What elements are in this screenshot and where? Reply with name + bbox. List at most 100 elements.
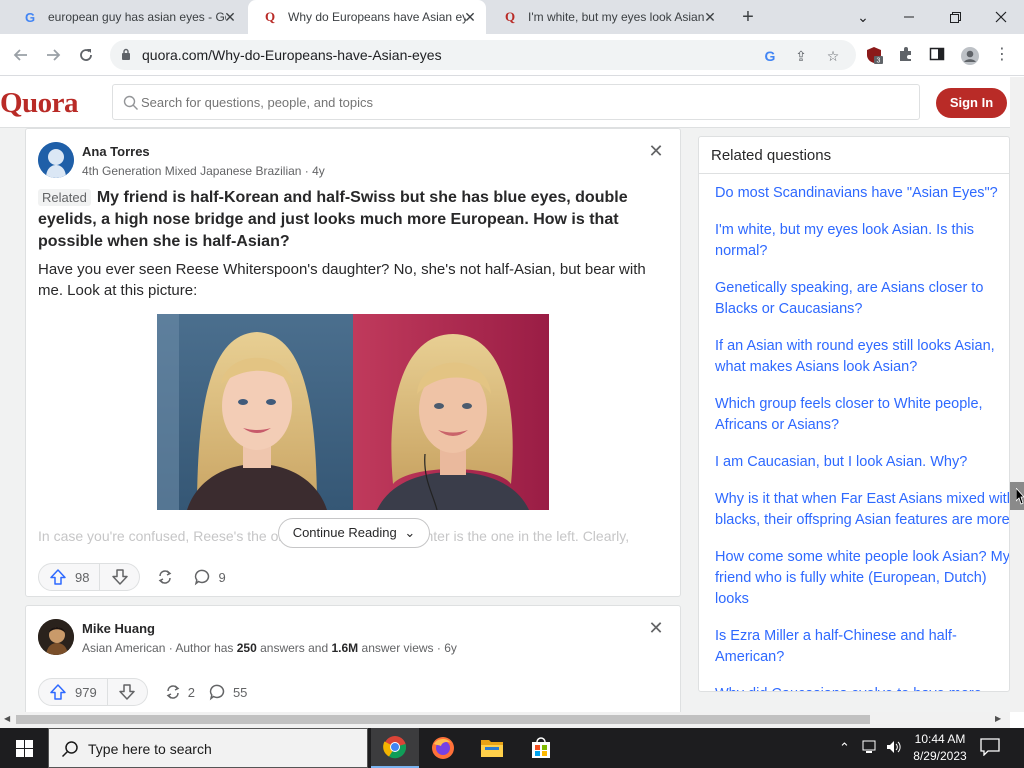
related-question-link[interactable]: If an Asian with round eyes still looks … — [715, 336, 1009, 378]
taskbar-file-explorer[interactable] — [468, 728, 516, 768]
google-lens-icon[interactable]: G — [761, 47, 779, 65]
close-tab-icon[interactable]: ✕ — [222, 9, 238, 25]
related-question-link[interactable]: Is Ezra Miller a half-Chinese and half-A… — [715, 626, 1009, 668]
dismiss-close-icon[interactable]: ✕ — [648, 619, 664, 637]
close-window-button[interactable] — [978, 0, 1024, 34]
restore-icon — [949, 11, 961, 23]
extension-shield-icon[interactable]: 3 — [865, 46, 883, 65]
chrome-icon — [383, 736, 407, 759]
show-hidden-icons-chevron-icon[interactable]: ⌃ — [839, 740, 850, 756]
related-questions-panel: Related questions Do most Scandinavians … — [698, 136, 1010, 692]
extensions-puzzle-icon[interactable] — [897, 46, 915, 64]
quora-logo[interactable]: Quora — [0, 87, 79, 120]
reshare-icon — [159, 570, 172, 584]
tab-quora-white-asian[interactable]: Q I'm white, but my eyes look Asian ✕ — [488, 0, 726, 34]
downvote-button[interactable] — [107, 678, 148, 706]
reload-button[interactable] — [74, 43, 98, 67]
search-icon — [123, 95, 138, 110]
answer-card: Mike Huang Asian American · Author has 2… — [25, 605, 681, 712]
comment-button[interactable]: 55 — [209, 683, 247, 701]
tab-search-chevron-icon[interactable]: ⌄ — [840, 0, 886, 34]
avatar-icon — [961, 47, 979, 65]
related-questions-list: Do most Scandinavians have "Asian Eyes"?… — [699, 183, 1009, 691]
related-question-link[interactable]: I am Caucasian, but I look Asian. Why? — [715, 452, 1009, 473]
upvote-count: 979 — [75, 684, 97, 700]
comment-button[interactable]: 9 — [194, 568, 226, 586]
taskbar-firefox[interactable] — [419, 728, 467, 768]
search-input[interactable] — [141, 92, 901, 112]
answer-views: 1.6M — [331, 641, 359, 655]
avatar[interactable] — [38, 619, 74, 655]
comment-bubble-icon — [209, 684, 225, 701]
address-bar[interactable]: quora.com/Why-do-Europeans-have-Asian-ey… — [110, 40, 856, 70]
related-question-link[interactable]: Why is it that when Far East Asians mixe… — [715, 489, 1009, 531]
action-bar: 98 9 — [38, 563, 226, 591]
upvote-button[interactable]: 979 — [38, 678, 108, 706]
share-button[interactable] — [156, 568, 180, 586]
upvote-arrow-icon — [50, 569, 66, 585]
author-name[interactable]: Mike Huang — [82, 621, 155, 636]
scroll-left-arrow-icon[interactable]: ◀ — [4, 714, 10, 723]
profile-avatar-icon[interactable] — [960, 46, 979, 65]
close-tab-icon[interactable]: ✕ — [462, 9, 478, 25]
related-question-link[interactable]: Do most Scandinavians have "Asian Eyes"? — [715, 183, 1009, 204]
notification-center-button[interactable] — [980, 738, 1002, 758]
new-tab-button[interactable]: + — [736, 6, 760, 28]
related-question-link[interactable]: Genetically speaking, are Asians closer … — [715, 278, 1009, 320]
avatar[interactable] — [38, 142, 74, 178]
tab-title: Why do Europeans have Asian ey — [288, 10, 466, 24]
panel-icon — [929, 47, 945, 61]
network-icon[interactable] — [862, 740, 878, 757]
sign-in-button[interactable]: Sign In — [936, 88, 1007, 118]
upvote-arrow-icon — [50, 684, 66, 700]
related-question-link[interactable]: I'm white, but my eyes look Asian. Is th… — [715, 220, 1009, 262]
downvote-button[interactable] — [100, 563, 141, 591]
minimize-icon — [904, 16, 914, 18]
related-question-title[interactable]: Related My friend is half-Korean and half… — [38, 187, 658, 253]
close-tab-icon[interactable]: ✕ — [702, 9, 718, 25]
taskbar-chrome[interactable] — [371, 728, 419, 768]
horizontal-scrollbar-thumb[interactable] — [16, 715, 870, 724]
clock-date: 8/29/2023 — [913, 749, 967, 763]
speaker-icon — [887, 741, 901, 753]
credential-suffix: answer views · 6y — [358, 641, 457, 655]
related-question-link[interactable]: How come some white people look Asian? M… — [715, 547, 1009, 610]
upvote-button[interactable]: 98 — [38, 563, 101, 591]
answer-text: Have you ever seen Reese Whiterspoon's d… — [38, 261, 646, 299]
related-question-link[interactable]: Why did Caucasians evolve to have more d… — [715, 684, 1009, 691]
taskbar-search-box[interactable]: Type here to search — [48, 728, 368, 768]
tab-quora-europeans[interactable]: Q Why do Europeans have Asian ey ✕ — [248, 0, 486, 34]
forward-arrow-icon — [47, 49, 61, 61]
quora-search-box[interactable] — [112, 84, 920, 120]
taskbar-store[interactable] — [517, 728, 565, 768]
side-panel-icon[interactable] — [928, 46, 946, 64]
back-button[interactable] — [9, 43, 33, 67]
close-icon — [995, 11, 1007, 23]
comment-count: 9 — [218, 569, 226, 585]
author-name[interactable]: Ana Torres — [82, 144, 150, 159]
restore-button[interactable] — [932, 0, 978, 34]
related-questions-heading: Related questions — [699, 137, 1009, 174]
system-clock[interactable]: 10:44 AM 8/29/2023 — [908, 731, 972, 765]
share-button[interactable]: 2 — [164, 683, 195, 701]
related-question-link[interactable]: Which group feels closer to White people… — [715, 394, 1009, 436]
answer-photo[interactable] — [157, 314, 549, 510]
tab-google-search[interactable]: G european guy has asian eyes - Go ✕ — [8, 0, 246, 34]
shield-icon: 3 — [867, 47, 883, 65]
folder-icon — [481, 740, 503, 757]
dismiss-close-icon[interactable]: ✕ — [648, 142, 664, 160]
vertical-scrollbar[interactable] — [1010, 77, 1024, 712]
tab-title: I'm white, but my eyes look Asian — [528, 10, 705, 24]
start-button[interactable] — [0, 728, 48, 768]
browser-menu-icon[interactable]: ⋮ — [993, 46, 1011, 64]
quora-icon: Q — [264, 9, 276, 24]
comment-count: 55 — [232, 684, 248, 700]
volume-icon[interactable] — [886, 740, 902, 757]
continue-reading-button[interactable]: Continue Reading ⌄ — [278, 518, 430, 548]
bookmark-star-icon[interactable]: ☆ — [824, 47, 842, 65]
scroll-right-arrow-icon[interactable]: ▶ — [995, 714, 1001, 723]
forward-button[interactable] — [41, 43, 65, 67]
minimize-button[interactable] — [886, 0, 932, 34]
share-icon[interactable]: ⇪ — [792, 47, 810, 65]
upvote-count: 98 — [75, 569, 90, 585]
